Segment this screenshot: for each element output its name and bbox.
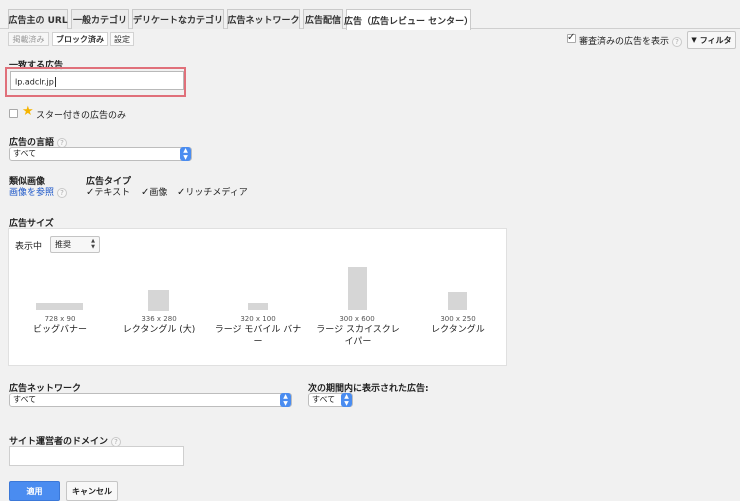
select-value: すべて [13, 395, 37, 404]
tab-general-category[interactable]: 一般カテゴリ [71, 9, 129, 29]
view-images-link[interactable]: 画像を参照 [9, 188, 54, 198]
filter-label: フィルタ [699, 35, 732, 45]
ad-type-option-image[interactable]: ✓画像 [141, 185, 167, 198]
ad-size-name: ラージ スカイスクレイパー [316, 325, 400, 347]
ad-size-name: ラージ モバイル バナー [214, 325, 302, 347]
showing-label: 表示中 [15, 242, 43, 252]
ad-size-shape-half-page[interactable] [348, 267, 367, 310]
subtab-blocked[interactable]: ブロック済み [52, 32, 108, 46]
ad-size-dim: 336 x 280 [141, 315, 177, 323]
subtab-published[interactable]: 掲載済み [8, 32, 49, 46]
domain-input[interactable] [9, 446, 184, 466]
tab-label: デリケートなカテゴリ [133, 16, 224, 26]
ad-type-option-text[interactable]: ✓テキスト [86, 185, 130, 198]
ad-size-shape-large-rectangle[interactable] [148, 290, 169, 311]
star-icon: ★ [22, 104, 34, 119]
match-input-value: lp.adclr.jp [15, 77, 54, 87]
tab-sensitive-category[interactable]: デリケートなカテゴリ [132, 9, 224, 29]
ad-size-dim: 320 x 100 [240, 315, 276, 323]
ad-size-name: レクタングル (大) [122, 325, 196, 335]
select-value: 推奨 [55, 240, 71, 249]
tab-label: 広告ネットワーク [227, 16, 300, 26]
subtab-settings[interactable]: 設定 [110, 32, 134, 46]
tab-ad-review-center[interactable]: 広告（広告レビュー センター） [343, 9, 474, 30]
period-select[interactable]: すべて ▲ ▼ [308, 393, 353, 407]
caret-down-icon: ▼ [691, 36, 697, 44]
tab-label: 広告配信 [304, 16, 341, 26]
ad-size-shape-medium-rectangle[interactable] [448, 292, 467, 310]
ad-type-option-rich-media[interactable]: ✓リッチメディア [177, 185, 248, 198]
help-icon[interactable]: ? [57, 137, 68, 148]
network-select[interactable]: すべて ▲ ▼ [9, 393, 292, 407]
tab-ad-network[interactable]: 広告ネットワーク [227, 9, 300, 29]
ad-size-name: レクタングル [431, 325, 485, 335]
match-input[interactable]: lp.adclr.jp [10, 71, 184, 90]
checkmark-icon: ✓ [567, 32, 576, 43]
ad-size-dim: 300 x 600 [339, 315, 375, 323]
help-icon[interactable]: ? [57, 187, 68, 198]
filter-button[interactable]: ▼ フィルタ [687, 31, 736, 49]
text-cursor [54, 77, 56, 87]
starred-label: スター付きの広告のみ [36, 111, 127, 121]
subtab-label: 設定 [114, 34, 130, 44]
show-reviewed-label: 審査済みの広告を表示? [579, 34, 683, 47]
select-arrows-icon: ▲ ▼ [341, 393, 352, 407]
tab-advertiser-url[interactable]: 広告主の URL [8, 9, 68, 29]
similar-link-wrap: 画像を参照? [9, 185, 68, 198]
help-icon[interactable]: ? [111, 436, 122, 447]
subtab-label: ブロック済み [56, 34, 104, 44]
select-value: すべて [312, 395, 336, 404]
cancel-button[interactable]: キャンセル [66, 481, 118, 501]
select-arrows-icon: ▲ ▼ [280, 393, 291, 407]
starred-checkbox[interactable] [9, 109, 18, 118]
size-view-select[interactable]: 推奨 ▲ ▼ [50, 236, 100, 253]
select-arrows-icon: ▲ ▼ [91, 238, 95, 250]
tab-label: 広告（広告レビュー センター） [343, 16, 474, 27]
ad-size-dim: 300 x 250 [440, 315, 476, 323]
tab-label: 広告主の URL [8, 16, 68, 26]
subtab-label: 掲載済み [12, 34, 45, 44]
tab-ad-serving[interactable]: 広告配信 [303, 9, 343, 29]
apply-button[interactable]: 適用 [9, 481, 60, 501]
select-value: すべて [13, 149, 37, 158]
tab-label: 一般カテゴリ [72, 16, 127, 26]
select-arrows-icon: ▲ ▼ [180, 147, 191, 161]
help-icon[interactable]: ? [672, 36, 683, 47]
ad-size-shape-leaderboard[interactable] [36, 303, 83, 310]
ad-size-shape-large-mobile-banner[interactable] [248, 303, 268, 310]
ad-size-name: ビッグバナー [32, 325, 87, 335]
ad-size-dim: 728 x 90 [44, 315, 76, 323]
language-select[interactable]: すべて ▲ ▼ [9, 147, 192, 161]
